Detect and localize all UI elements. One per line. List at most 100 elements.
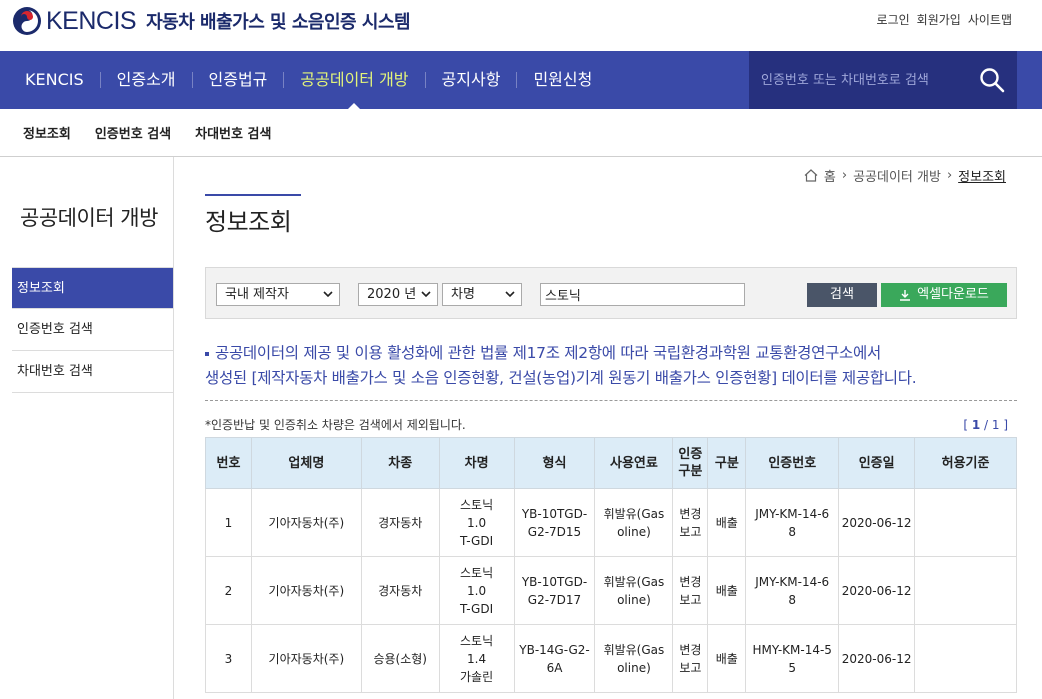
global-search-input[interactable] [761,70,971,90]
table-cell: JMY-KM-14-6 8 [745,488,840,557]
gnb-item-kencis[interactable]: KENCIS [9,51,100,109]
utility-links: 로그인 회원가입 사이트맵 [877,11,1012,28]
table-header-cell: 번호 [205,437,252,489]
year-select[interactable]: 2020 년 [358,283,438,306]
breadcrumb-current[interactable]: 정보조회 [958,166,1006,185]
bullet-icon [205,351,209,356]
breadcrumb-chevron-icon: › [946,168,953,183]
logo-text: KENCIS [46,6,137,35]
table-header-cell: 인증번호 [745,437,840,489]
notice-line-2: 생성된 [제작자동차 배출가스 및 소음 인증현황, 건설(농업)기계 원동기 … [205,369,917,387]
breadcrumb-open-data[interactable]: 공공데이터 개방 [853,166,941,185]
search-button[interactable]: 검색 [807,283,877,307]
table-cell: 스토닉 1.0 T-GDI [438,488,515,557]
table-cell: 휘발유(Gas oline) [594,488,674,557]
table-cell: 스토닉 1.4 가솔린 [438,624,515,693]
table-header-cell: 구분 [707,437,747,489]
subnav-item-vin-search[interactable]: 차대번호 검색 [195,123,271,142]
table-row[interactable]: 2 기아자동차(주) 경자동차 스토닉 1.0 T-GDI YB-10TGD- G2-7D17… [205,556,1017,625]
sidebar-item-info[interactable]: 정보조회 [12,267,173,309]
maker-select-value: 국내 제작자 [225,287,289,302]
page-title: 정보조회 [205,194,301,237]
field-select[interactable]: 차명 [442,283,522,306]
home-icon [804,169,818,182]
logo-subtitle: 자동차 배출가스 및 소음인증 시스템 [146,12,411,33]
field-select-value: 차명 [451,287,475,302]
table-header-cell: 업체명 [250,437,362,489]
table-cell: 3 [205,624,252,693]
table-cell: 스토닉 1.0 T-GDI [438,556,515,625]
login-link[interactable]: 로그인 [877,11,910,28]
site-logo[interactable]: KENCIS 자동차 배출가스 및 소음인증 시스템 [12,6,411,36]
gnb-item-open-data[interactable]: 공공데이터 개방 [284,51,424,109]
table-cell: 2 [205,556,252,625]
notice-line-1: 공공데이터의 제공 및 이용 활성화에 관한 법률 제17조 제2항에 따라 국… [215,344,881,362]
table-cell: 1 [205,488,252,557]
page-current: 1 [971,418,981,432]
table-header-cell: 허용기준 [914,437,1017,489]
table-cell: 변경 보고 [672,624,709,693]
taegeuk-logo-icon [13,7,41,35]
chevron-down-icon [421,291,431,298]
table-cell: 배출 [707,556,747,625]
gnb-item-notice[interactable]: 공지사항 [426,51,517,109]
keyword-input[interactable] [540,283,745,306]
table-row[interactable]: 3 기아자동차(주) 승용(소형) 스토닉 1.4 가솔린 YB-14G-G2- 6A 휘발유(… [205,624,1017,693]
download-icon [900,290,911,301]
excel-download-button[interactable]: 엑셀다운로드 [881,283,1007,307]
gnb-item-civil[interactable]: 민원신청 [517,51,608,109]
page-total: 1 [991,418,1000,432]
table-note: *인증반납 및 인증취소 차량은 검색에서 제외됩니다. [205,418,466,432]
breadcrumb-chevron-icon: › [841,168,848,183]
sidebar-menu: 정보조회 인증번호 검색 차대번호 검색 [12,267,173,393]
table-cell: 배출 [707,488,747,557]
table-cell: 기아자동차(주) [250,556,362,625]
table-header-cell: 인증일 [838,437,916,489]
gnb-item-cert-intro[interactable]: 인증소개 [101,51,192,109]
table-cell [914,488,1017,557]
table-header-cell: 형식 [513,437,596,489]
excel-download-label: 엑셀다운로드 [917,287,989,302]
table-cell [914,556,1017,625]
table-cell: 휘발유(Gas oline) [594,624,674,693]
gnb-item-cert-law[interactable]: 인증법규 [193,51,284,109]
signup-link[interactable]: 회원가입 [917,11,961,28]
result-table: 번호 업체명 차종 차명 형식 사용연료 인증 구분 구분 인증번호 인증일 허용기준 1 기아자동차(… [205,437,1017,693]
sitemap-link[interactable]: 사이트맵 [968,11,1012,28]
table-cell: 2020-06-12 [838,624,916,693]
maker-select[interactable]: 국내 제작자 [216,283,340,306]
table-cell: 경자동차 [360,556,440,625]
main-navigation: KENCIS 인증소개 인증법규 공공데이터 개방 공지사항 민원신청 [0,51,1042,109]
table-cell: 2020-06-12 [838,556,916,625]
sidebar-item-cert-search[interactable]: 인증번호 검색 [12,309,173,351]
table-cell: 기아자동차(주) [250,624,362,693]
search-icon[interactable] [979,67,1005,93]
table-cell: 배출 [707,624,747,693]
table-cell [914,624,1017,693]
sidebar: 공공데이터 개방 정보조회 인증번호 검색 차대번호 검색 [0,157,174,699]
table-header-cell: 인증 구분 [672,437,709,489]
table-cell: JMY-KM-14-6 8 [745,556,840,625]
sidebar-item-vin-search[interactable]: 차대번호 검색 [12,351,173,393]
table-header-cell: 사용연료 [594,437,674,489]
table-cell: HMY-KM-14-5 5 [745,624,840,693]
divider [205,400,1017,401]
subnav-item-info[interactable]: 정보조회 [23,123,71,142]
table-header-row: 번호 업체명 차종 차명 형식 사용연료 인증 구분 구분 인증번호 인증일 허용기준 [205,437,1017,489]
subnav-item-cert-search[interactable]: 인증번호 검색 [95,123,171,142]
table-row[interactable]: 1 기아자동차(주) 경자동차 스토닉 1.0 T-GDI YB-10TGD- G2-7D15… [205,488,1017,557]
search-panel: 국내 제작자 2020 년 차명 검색 엑셀다운로드 [205,267,1017,319]
chevron-down-icon [505,291,515,298]
table-cell: 승용(소형) [360,624,440,693]
table-cell: 경자동차 [360,488,440,557]
top-bar: KENCIS 자동차 배출가스 및 소음인증 시스템 로그인 회원가입 사이트맵 [0,0,1042,51]
breadcrumb-home[interactable]: 홈 [824,166,836,185]
table-cell: YB-10TGD- G2-7D17 [513,556,596,625]
table-header-cell: 차명 [438,437,515,489]
breadcrumb: 홈 › 공공데이터 개방 › 정보조회 [804,166,1006,185]
table-cell: 기아자동차(주) [250,488,362,557]
notice-text: 공공데이터의 제공 및 이용 활성화에 관한 법률 제17조 제2항에 따라 국… [205,341,1021,391]
table-cell: YB-10TGD- G2-7D15 [513,488,596,557]
table-cell: 변경 보고 [672,488,709,557]
global-search [749,51,1017,109]
